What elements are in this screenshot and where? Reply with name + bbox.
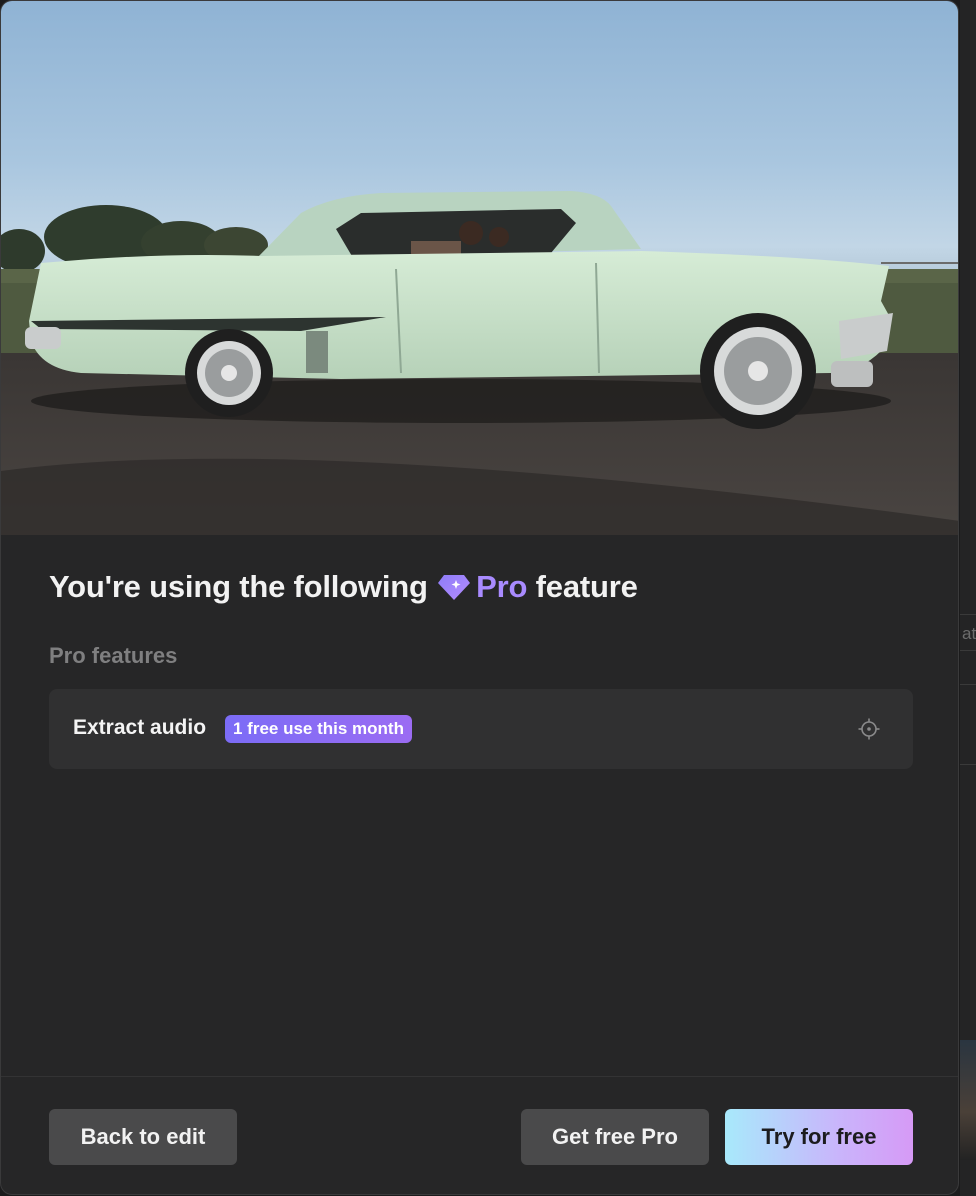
feature-name: Extract audio xyxy=(73,716,207,739)
vintage-car-illustration xyxy=(1,191,958,535)
background-app-edge: ati xyxy=(960,0,976,1196)
title-suffix: feature xyxy=(535,569,638,604)
title-pro-label: Pro xyxy=(476,569,528,604)
background-divider xyxy=(960,614,976,615)
locate-icon[interactable] xyxy=(857,717,881,741)
background-divider xyxy=(960,684,976,685)
hero-preview-image xyxy=(1,1,958,535)
pro-feature-dialog: You're using the following Pro feature P… xyxy=(0,0,959,1195)
footer-divider xyxy=(1,1076,958,1077)
background-thumbnail xyxy=(960,1040,976,1160)
pro-features-label: Pro features xyxy=(49,643,178,668)
diamond-icon xyxy=(438,572,471,608)
get-free-pro-button[interactable]: Get free Pro xyxy=(521,1109,709,1165)
background-divider xyxy=(960,764,976,765)
free-use-badge: 1 free use this month xyxy=(225,715,412,743)
title-prefix: You're using the following xyxy=(49,569,428,604)
dialog-title: You're using the following Pro feature xyxy=(49,569,638,608)
back-to-edit-button[interactable]: Back to edit xyxy=(49,1109,237,1165)
background-edge-text: ati xyxy=(962,624,976,643)
background-divider xyxy=(960,650,976,651)
try-for-free-button[interactable]: Try for free xyxy=(725,1109,913,1165)
feature-row-extract-audio: Extract audio 1 free use this month xyxy=(49,689,913,769)
